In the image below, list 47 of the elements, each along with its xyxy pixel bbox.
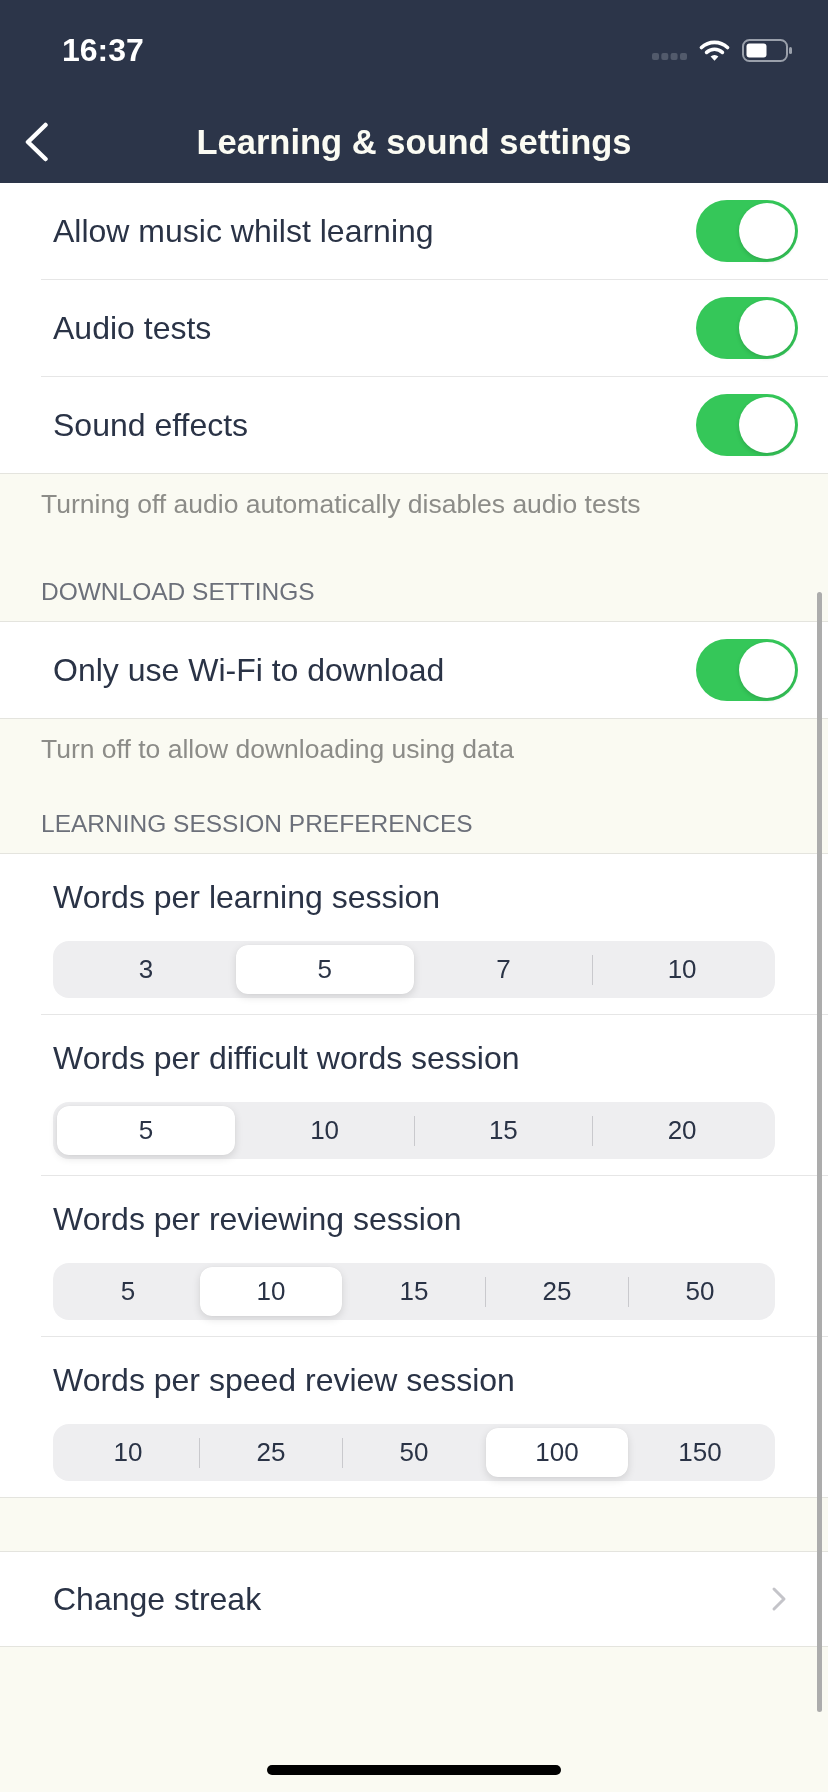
toggle-switch[interactable] — [696, 394, 798, 456]
segment-option[interactable]: 3 — [57, 945, 235, 994]
segment-option[interactable]: 7 — [414, 945, 593, 994]
segmented-control[interactable]: 10 25 50 100 150 — [53, 1424, 775, 1481]
segment-option[interactable]: 10 — [200, 1267, 342, 1316]
segmented-control[interactable]: 5 10 15 20 — [53, 1102, 775, 1159]
segment-option[interactable]: 5 — [235, 945, 414, 994]
segment-option[interactable]: 25 — [486, 1267, 628, 1316]
chevron-left-icon — [24, 121, 50, 162]
setting-label: Audio tests — [53, 309, 212, 347]
signal-icon — [652, 52, 687, 60]
setting-label: Sound effects — [53, 406, 249, 444]
segment-option[interactable]: 50 — [629, 1267, 771, 1316]
toggle-switch[interactable] — [696, 639, 798, 701]
segment-option[interactable]: 10 — [593, 945, 771, 994]
setting-label: Words per speed review session — [53, 1363, 516, 1397]
footnote-text: Turning off audio automatically disables audio tests — [40, 488, 642, 521]
section-header: LEARNING SESSION PREFERENCES — [40, 809, 474, 839]
footnote-text: Turn off to allow downloading using data — [40, 733, 515, 764]
setting-label: Words per difficult words session — [53, 1041, 521, 1075]
segment-option[interactable]: 5 — [57, 1267, 199, 1316]
segment-option[interactable]: 150 — [629, 1428, 771, 1477]
battery-icon — [742, 38, 792, 62]
setting-label: Words per reviewing session — [53, 1202, 463, 1236]
segment-option[interactable]: 100 — [486, 1428, 628, 1477]
segment-option[interactable]: 20 — [593, 1106, 771, 1155]
chevron-right-icon — [771, 1586, 787, 1612]
segment-option[interactable]: 15 — [414, 1106, 593, 1155]
list-item[interactable]: Change streak — [41, 1552, 828, 1646]
segment-option[interactable]: 15 — [343, 1267, 485, 1316]
section-header: DOWNLOAD SETTINGS — [40, 577, 316, 607]
setting-label: Allow music whilst learning — [53, 212, 434, 250]
segment-option[interactable]: 10 — [235, 1106, 414, 1155]
toggle-switch[interactable] — [696, 200, 798, 262]
segmented-control[interactable]: 3 5 7 10 — [53, 941, 775, 998]
segment-option[interactable]: 10 — [57, 1428, 199, 1477]
wifi-icon — [699, 39, 730, 61]
segment-option[interactable]: 5 — [57, 1106, 235, 1155]
toggle-switch[interactable] — [696, 297, 798, 359]
segmented-control[interactable]: 5 10 15 25 50 — [53, 1263, 775, 1320]
segment-option[interactable]: 25 — [200, 1428, 342, 1477]
setting-label: Only use Wi-Fi to download — [53, 651, 445, 689]
back-button[interactable] — [24, 121, 50, 162]
segment-option[interactable]: 50 — [343, 1428, 485, 1477]
setting-label: Words per learning session — [53, 880, 442, 914]
screen-title: Learning & sound settings — [195, 121, 633, 163]
status-time: 16:37 — [62, 31, 144, 69]
